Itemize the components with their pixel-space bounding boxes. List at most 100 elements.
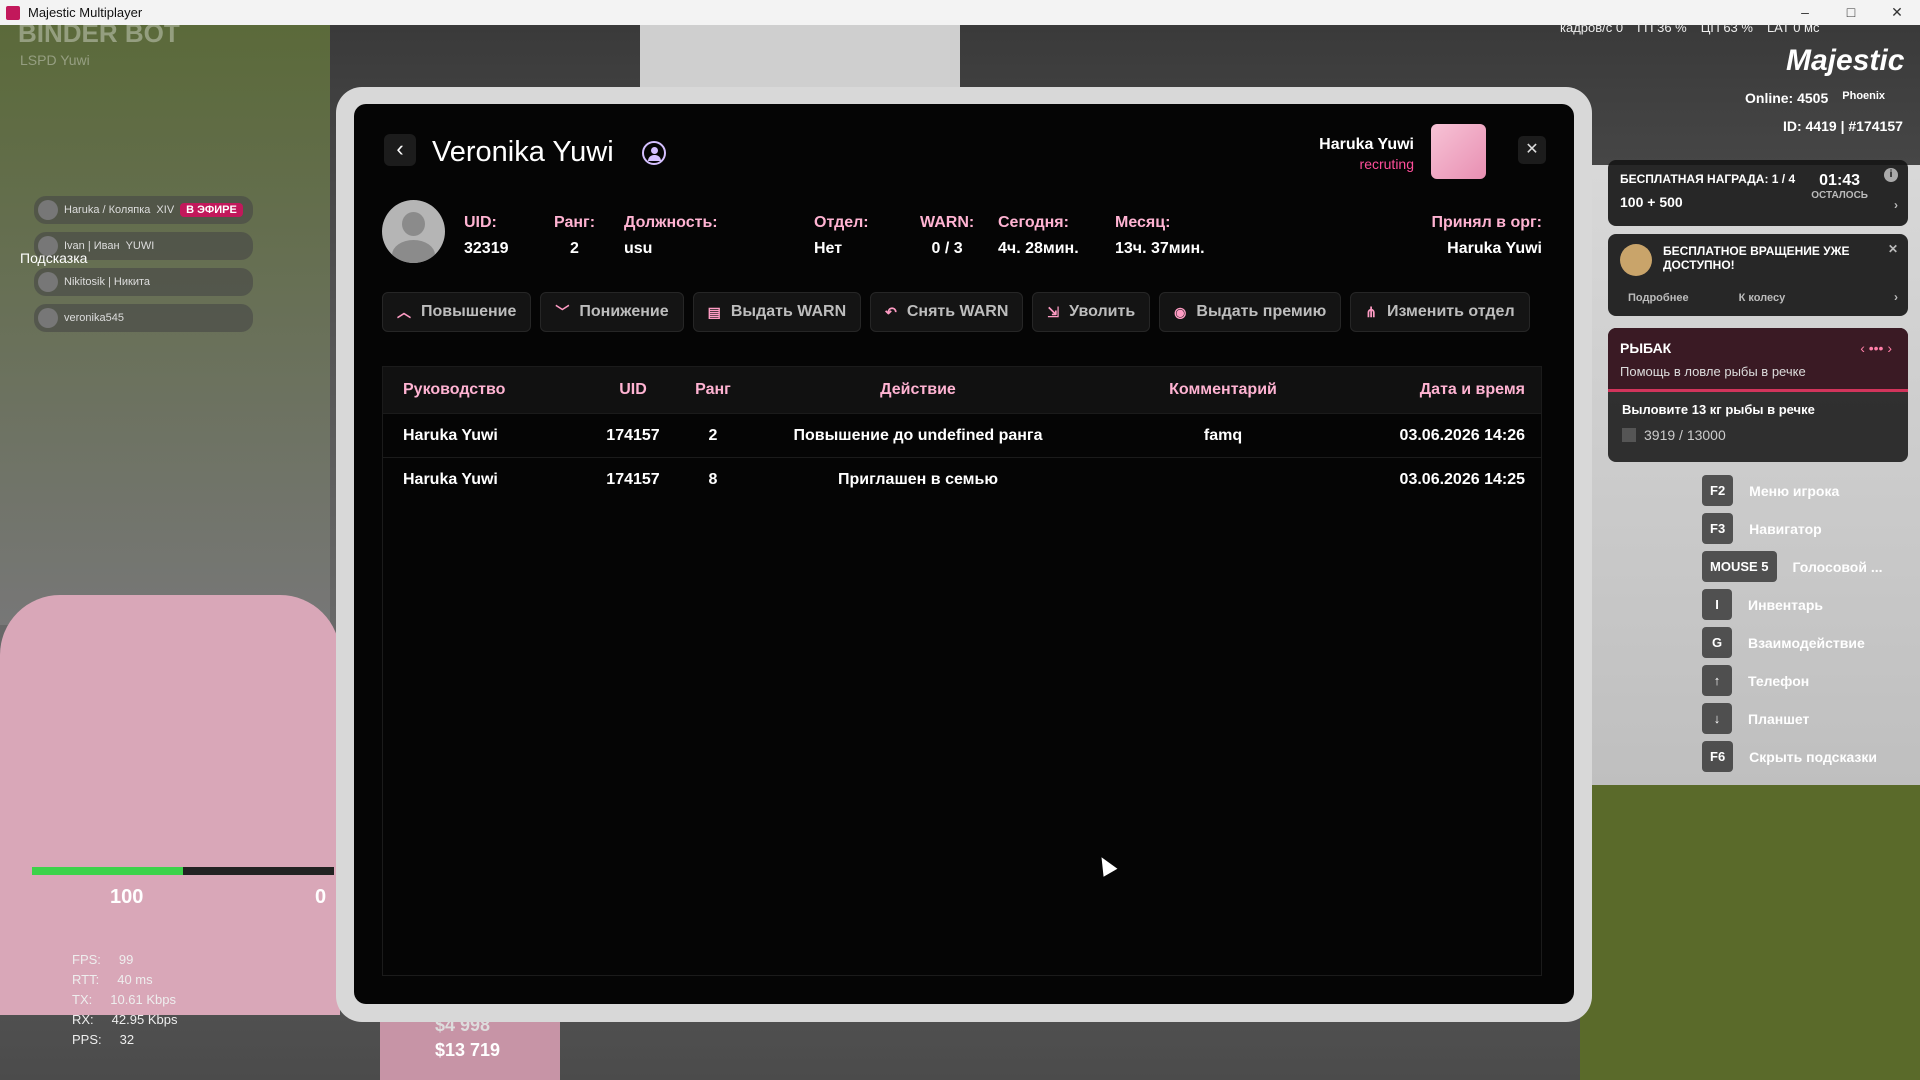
exit-door-icon: ⇲ bbox=[1047, 303, 1060, 320]
demote-button[interactable]: ﹀ Понижение bbox=[540, 292, 684, 332]
free-spin-card: БЕСПЛАТНОЕ ВРАЩЕНИЕ УЖЕ ДОСТУПНО! ✕ Подр… bbox=[1608, 234, 1908, 316]
table-row: Haruka Yuwi 174157 2 Повышение до undefi… bbox=[383, 413, 1541, 457]
keybind-hints: F2 Меню игрока F3 Навигатор MOUSE 5 Голосов… bbox=[1702, 475, 1883, 772]
current-user-avatar bbox=[1431, 124, 1486, 179]
maximize-button[interactable]: □ bbox=[1828, 4, 1874, 21]
field-today: Сегодня: 4ч. 28мин. bbox=[998, 214, 1079, 257]
chevron-down-icon: ﹀ bbox=[555, 304, 570, 320]
voice-name: veronika545 bbox=[64, 312, 124, 324]
voice-item: Haruka / Коляпка XIV В ЭФИРЕ bbox=[34, 196, 253, 224]
on-air-badge: В ЭФИРЕ bbox=[180, 203, 243, 217]
lspd-label: LSPD Yuwi bbox=[20, 52, 90, 68]
quest-nav-arrows[interactable]: ‹ ••• › bbox=[1860, 340, 1892, 356]
health-bar bbox=[32, 867, 334, 875]
net-tx: TX: 10.61 Kbps bbox=[72, 992, 177, 1007]
field-month: Месяц: 13ч. 37мин. bbox=[1115, 214, 1205, 257]
undo-icon: ↶ bbox=[885, 303, 897, 320]
give-bonus-button[interactable]: ◉ Выдать премию bbox=[1159, 292, 1342, 332]
user-icon bbox=[642, 141, 666, 165]
current-user-name: Haruka Yuwi bbox=[1319, 136, 1414, 153]
document-warning-icon: ▤ bbox=[707, 303, 721, 320]
voice-item: veronika545 bbox=[34, 304, 253, 332]
keybind-row: F2 Меню игрока bbox=[1702, 475, 1883, 506]
current-user-role: recruting bbox=[1359, 156, 1414, 172]
panel-close-button[interactable]: ✕ bbox=[1518, 136, 1546, 164]
field-warn: WARN: 0 / 3 bbox=[920, 214, 975, 257]
checkbox-icon bbox=[1622, 428, 1636, 442]
net-rx: RX: 42.95 Kbps bbox=[72, 1012, 178, 1027]
table-header: Руководство UID Ранг Действие Комментари… bbox=[383, 367, 1541, 413]
spin-more-link[interactable]: Подробнее bbox=[1628, 292, 1689, 304]
col-header-action: Действие bbox=[880, 381, 956, 398]
keybind-row: F6 Скрыть подсказки bbox=[1702, 741, 1883, 772]
quest-card: РЫБАК Помощь в ловле рыбы в речке ‹ ••• … bbox=[1608, 328, 1908, 462]
window-controls: – □ ✕ bbox=[1782, 4, 1920, 21]
fire-button[interactable]: ⇲ Уволить bbox=[1032, 292, 1151, 332]
chevron-right-icon[interactable]: › bbox=[1894, 198, 1898, 212]
perf-gpu: ГП 36 % bbox=[1637, 20, 1687, 35]
net-rtt: RTT: 40 ms bbox=[72, 972, 153, 987]
history-table: Руководство UID Ранг Действие Комментари… bbox=[382, 366, 1542, 976]
field-uid: UID: 32319 bbox=[464, 214, 509, 257]
server-name: Phoenix bbox=[1842, 90, 1886, 102]
keybind-row: MOUSE 5 Голосовой ... bbox=[1702, 551, 1883, 582]
promote-button[interactable]: ︿ Повышение bbox=[382, 292, 532, 332]
current-user: Haruka Yuwi recruting bbox=[1319, 136, 1414, 172]
speed-value: 100 bbox=[110, 886, 144, 908]
coin-icon: ◉ bbox=[1174, 303, 1187, 320]
voice-name: Nikitosik | Никита bbox=[64, 276, 150, 288]
col-header-datetime: Дата и время bbox=[1419, 381, 1525, 398]
perf-stats: кадров/с 0 ГП 36 % ЦП 63 % LAT 0 мс bbox=[1560, 20, 1915, 35]
voice-avatar bbox=[38, 272, 58, 292]
spin-close-icon[interactable]: ✕ bbox=[1888, 242, 1898, 256]
field-position: Должность: usu bbox=[624, 214, 718, 257]
col-header-rank: Ранг bbox=[695, 381, 731, 398]
chevron-up-icon: ︿ bbox=[397, 304, 411, 320]
field-rank: Ранг: 2 bbox=[554, 214, 596, 257]
gear-value: 0 bbox=[315, 886, 327, 908]
quest-header: РЫБАК Помощь в ловле рыбы в речке bbox=[1608, 328, 1908, 392]
keybind-row: I Инвентарь bbox=[1702, 589, 1883, 620]
member-panel: ‹ Veronika Yuwi Haruka Yuwi recruting ✕ … bbox=[354, 104, 1574, 1004]
free-reward-card[interactable]: БЕСПЛАТНАЯ НАГРАДА: 1 / 4 100 + 500 01:4… bbox=[1608, 160, 1908, 226]
keybind-row: F3 Навигатор bbox=[1702, 513, 1883, 544]
voice-name: Haruka / Коляпка bbox=[64, 204, 151, 216]
table-row: Haruka Yuwi 174157 8 Приглашен в семью 0… bbox=[383, 457, 1541, 501]
hierarchy-icon: ⋔ bbox=[1365, 303, 1377, 320]
online-counter: Online: 4505 Phoenix bbox=[1745, 90, 1885, 106]
change-dept-button[interactable]: ⋔ Изменить отдел bbox=[1350, 292, 1530, 332]
quest-title: РЫБАК bbox=[1620, 340, 1672, 356]
member-profile: UID: 32319 Ранг: 2 Должность: usu Отдел: Нет… bbox=[382, 200, 1542, 266]
keybind-row: G Взаимодействие bbox=[1702, 627, 1883, 658]
remove-warn-button[interactable]: ↶ Снять WARN bbox=[870, 292, 1024, 332]
col-header-leader: Руководство bbox=[403, 381, 506, 398]
voice-tag: XIV bbox=[156, 204, 175, 216]
window-close-button[interactable]: ✕ bbox=[1874, 4, 1920, 21]
spin-wheel-link[interactable]: К колесу bbox=[1739, 292, 1786, 304]
spin-text: БЕСПЛАТНОЕ ВРАЩЕНИЕ УЖЕ ДОСТУПНО! bbox=[1663, 244, 1850, 272]
quest-subtitle: Помощь в ловле рыбы в речке bbox=[1620, 364, 1806, 379]
scene-gate bbox=[640, 25, 960, 95]
voice-tag: YUWI bbox=[125, 240, 155, 252]
chevron-right-icon[interactable]: › bbox=[1894, 290, 1898, 304]
voice-avatar bbox=[38, 200, 58, 220]
give-warn-button[interactable]: ▤ Выдать WARN bbox=[692, 292, 862, 332]
online-text: Online: 4505 bbox=[1745, 90, 1829, 106]
member-avatar bbox=[382, 200, 445, 263]
bank-amount: $13 719 bbox=[435, 1040, 501, 1060]
back-button[interactable]: ‹ bbox=[384, 134, 416, 166]
hint-label: Подсказка bbox=[20, 250, 88, 266]
network-stats: FPS: 99 RTT: 40 ms TX: 10.61 Kbps RX: 42.95 … bbox=[72, 950, 177, 1050]
action-toolbar: ︿ Повышение ﹀ Понижение ▤ Выдать WARN ↶ Снят… bbox=[382, 292, 1530, 332]
info-icon[interactable]: i bbox=[1884, 168, 1898, 182]
perf-lat: LAT 0 мс bbox=[1766, 20, 1820, 35]
member-name-title: Veronika Yuwi bbox=[432, 136, 614, 168]
health-bar-fill bbox=[32, 867, 183, 875]
minimize-button[interactable]: – bbox=[1782, 4, 1828, 21]
wheel-icon bbox=[1620, 244, 1652, 276]
quest-progress: 3919 / 13000 bbox=[1608, 427, 1908, 443]
field-accepted-by: Принял в орг: Haruka Yuwi bbox=[1431, 214, 1542, 257]
keybind-row: ↓ Планшет bbox=[1702, 703, 1883, 734]
scene-grass bbox=[1580, 785, 1920, 1080]
majestic-logo: Majestic bbox=[1786, 44, 1905, 77]
